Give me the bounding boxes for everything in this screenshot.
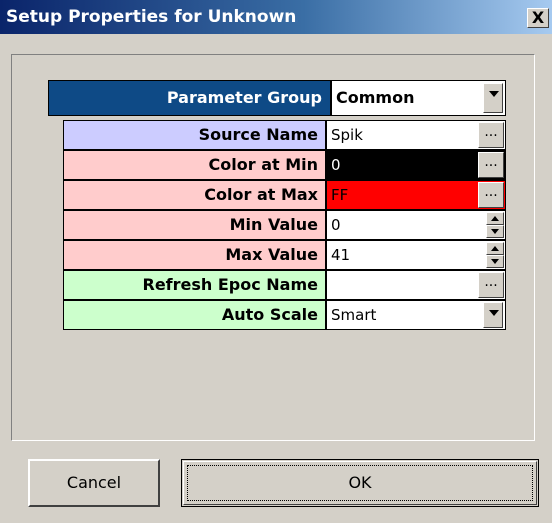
property-label: Refresh Epoc Name [63,270,326,300]
ok-button[interactable]: OK [181,459,539,507]
parameter-group-value: Common [336,88,415,107]
property-value-field[interactable]: Smart [326,300,506,330]
property-value: Spik [331,126,363,144]
spin-control [486,242,504,268]
parameter-group-select[interactable]: Common [331,80,506,116]
ok-button-label: OK [348,473,372,492]
ellipsis-button[interactable]: ... [478,272,504,298]
property-label: Source Name [63,120,326,150]
property-label: Min Value [63,210,326,240]
chevron-down-icon[interactable] [483,83,503,113]
property-row: Color at Min 0... [63,150,506,180]
property-value-field[interactable]: 0... [326,150,506,180]
property-value-field[interactable]: ... [326,270,506,300]
window-title: Setup Properties for Unknown [6,7,297,27]
ellipsis-button[interactable]: ... [478,182,504,208]
property-row: Auto Scale Smart [63,300,506,330]
ellipsis-button[interactable]: ... [478,152,504,178]
property-value: 0 [331,216,341,234]
cancel-button[interactable]: Cancel [28,459,160,507]
chevron-down-icon[interactable] [483,302,503,328]
spin-down-icon[interactable] [486,255,504,268]
property-value: 41 [331,246,351,264]
property-row: Color at Max FF... [63,180,506,210]
cancel-button-label: Cancel [66,473,122,492]
property-label: Max Value [63,240,326,270]
parameter-group-label: Parameter Group [48,80,331,116]
property-value: 0 [331,156,341,174]
property-value-field[interactable]: FF... [326,180,506,210]
setup-properties-dialog: Setup Properties for Unknown X Parameter… [0,0,552,523]
close-button[interactable]: X [527,8,549,28]
title-bar[interactable]: Setup Properties for Unknown X [0,0,552,34]
spin-up-icon[interactable] [486,212,504,225]
property-value-field[interactable]: 0 [326,210,506,240]
property-value-field[interactable]: Spik... [326,120,506,150]
property-row: Source Name Spik... [63,120,506,150]
spin-control [486,212,504,238]
properties-grid: Source Name Spik... Color at Min 0... Color … [63,120,506,361]
property-value: Smart [331,306,377,324]
property-label: Color at Min [63,150,326,180]
property-value: FF [331,186,349,204]
property-label: Color at Max [63,180,326,210]
ellipsis-button[interactable]: ... [478,122,504,148]
spin-up-icon[interactable] [486,242,504,255]
property-row: Max Value 41 [63,240,506,270]
property-row: Min Value 0 [63,210,506,240]
property-label: Auto Scale [63,300,326,330]
spin-down-icon[interactable] [486,225,504,238]
property-value-field[interactable]: 41 [326,240,506,270]
property-row: Refresh Epoc Name... [63,270,506,300]
